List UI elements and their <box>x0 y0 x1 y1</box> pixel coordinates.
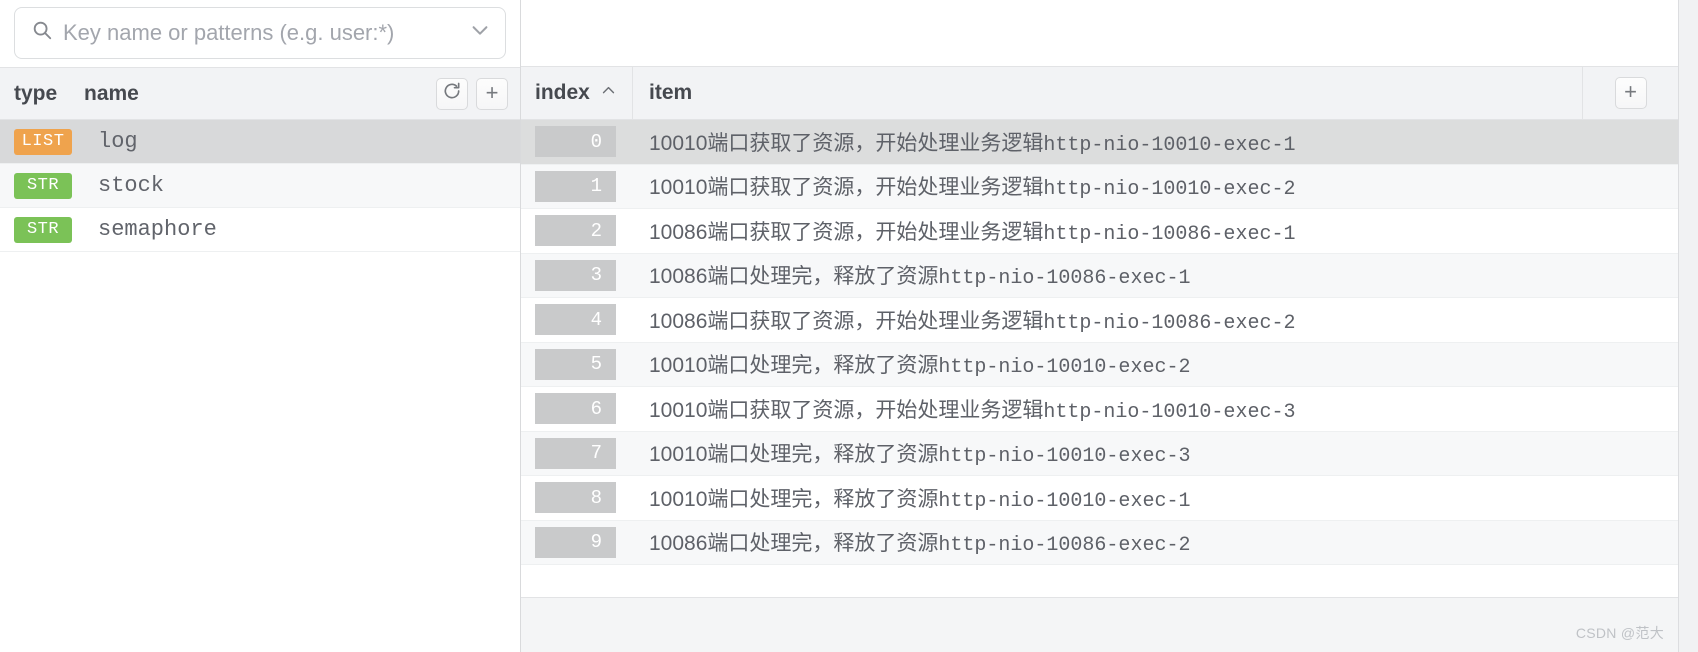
key-type-badge: LIST <box>14 128 72 155</box>
refresh-icon <box>442 81 462 106</box>
caret-up-icon[interactable] <box>600 81 617 105</box>
key-name-label: semaphore <box>98 217 217 242</box>
key-type-badge: STR <box>14 172 72 199</box>
value-row[interactable]: 7 10010端口处理完，释放了资源http-nio-10010-exec-3 <box>521 431 1678 476</box>
add-key-button[interactable]: + <box>476 77 508 110</box>
key-list-panel: type name + LIST log STR stock STR semaphore <box>0 0 521 652</box>
value-index-badge: 0 <box>535 126 616 158</box>
key-row[interactable]: STR semaphore <box>0 208 520 252</box>
value-row[interactable]: 1 10010端口获取了资源，开始处理业务逻辑http-nio-10010-exe… <box>521 164 1678 209</box>
value-item-text: 10086端口处理完，释放了资源http-nio-10086-exec-2 <box>649 532 1191 558</box>
vertical-scrollbar[interactable] <box>1678 0 1698 652</box>
key-name-label: stock <box>98 173 165 198</box>
column-header-item[interactable]: item <box>633 67 1582 119</box>
value-header-actions: + <box>1582 67 1678 119</box>
chevron-down-icon[interactable] <box>469 19 491 46</box>
value-item-text: 10010端口获取了资源，开始处理业务逻辑http-nio-10010-exec… <box>649 131 1296 157</box>
value-item-text: 10086端口获取了资源，开始处理业务逻辑http-nio-10086-exec… <box>649 220 1296 246</box>
value-panel-footer: CSDN @范大 <box>521 597 1678 652</box>
value-item-text: 10010端口处理完，释放了资源http-nio-10010-exec-3 <box>649 443 1191 469</box>
value-item-text: 10086端口获取了资源，开始处理业务逻辑http-nio-10086-exec… <box>649 309 1296 335</box>
value-index-badge: 1 <box>535 170 616 202</box>
value-index-badge: 6 <box>535 393 616 425</box>
column-header-name: name <box>84 81 139 105</box>
redis-key-browser: type name + LISTlogSTRstockSTRsemaphore … <box>0 0 1698 652</box>
key-type-badge: STR <box>14 216 72 243</box>
value-item-text: 10086端口处理完，释放了资源http-nio-10086-exec-1 <box>649 265 1191 291</box>
value-row[interactable]: 2 10086端口获取了资源，开始处理业务逻辑http-nio-10086-exe… <box>521 209 1678 254</box>
search-bar <box>0 0 520 67</box>
value-row[interactable]: 0 10010端口获取了资源，开始处理业务逻辑http-nio-10010-exe… <box>521 120 1678 165</box>
search-icon <box>31 19 53 46</box>
value-item-text: 10010端口处理完，释放了资源http-nio-10010-exec-2 <box>649 354 1191 380</box>
key-name-label: log <box>98 129 138 154</box>
key-table-header: type name + <box>0 67 520 120</box>
value-row[interactable]: 3 10086端口处理完，释放了资源http-nio-10086-exec-1 <box>521 253 1678 298</box>
key-row[interactable]: STR stock <box>0 164 520 208</box>
plus-icon: + <box>1624 79 1637 104</box>
value-row[interactable]: 4 10086端口获取了资源，开始处理业务逻辑http-nio-10086-exe… <box>521 298 1678 343</box>
column-header-type: type <box>14 81 58 105</box>
value-row[interactable]: 6 10010端口获取了资源，开始处理业务逻辑http-nio-10010-exe… <box>521 387 1678 432</box>
key-row[interactable]: LIST log <box>0 120 520 164</box>
search-input[interactable] <box>63 7 459 58</box>
column-header-index-label: index <box>535 81 590 104</box>
value-index-badge: 7 <box>535 437 616 469</box>
value-index-badge: 4 <box>535 304 616 336</box>
plus-icon: + <box>485 79 499 105</box>
value-row[interactable]: 8 10010端口处理完，释放了资源http-nio-10010-exec-1 <box>521 476 1678 521</box>
value-row[interactable]: 9 10086端口处理完，释放了资源http-nio-10086-exec-2 <box>521 520 1678 565</box>
search-box[interactable] <box>14 6 506 59</box>
value-panel-toolbar <box>521 0 1678 67</box>
value-index-badge: 2 <box>535 215 616 247</box>
column-header-item-label: item <box>649 81 693 104</box>
column-header-index[interactable]: index <box>521 67 633 119</box>
key-list: LIST log STR stock STR semaphore <box>0 120 520 652</box>
value-index-badge: 5 <box>535 348 616 380</box>
add-item-button[interactable]: + <box>1614 77 1647 109</box>
value-list: 0 10010端口获取了资源，开始处理业务逻辑http-nio-10010-exe… <box>521 120 1678 597</box>
refresh-button[interactable] <box>436 77 468 110</box>
value-row[interactable]: 5 10010端口处理完，释放了资源http-nio-10010-exec-2 <box>521 342 1678 387</box>
value-item-text: 10010端口处理完，释放了资源http-nio-10010-exec-1 <box>649 487 1191 513</box>
watermark: CSDN @范大 <box>1575 625 1664 641</box>
value-index-badge: 8 <box>535 482 616 514</box>
value-item-text: 10010端口获取了资源，开始处理业务逻辑http-nio-10010-exec… <box>649 398 1296 424</box>
value-table-header: index item + <box>521 67 1678 120</box>
value-index-badge: 9 <box>535 526 616 558</box>
value-panel: index item + 0 10010端口获取了资源，开始处理业务逻辑http-… <box>521 0 1678 652</box>
value-index-badge: 3 <box>535 259 616 291</box>
value-item-text: 10010端口获取了资源，开始处理业务逻辑http-nio-10010-exec… <box>649 176 1296 202</box>
